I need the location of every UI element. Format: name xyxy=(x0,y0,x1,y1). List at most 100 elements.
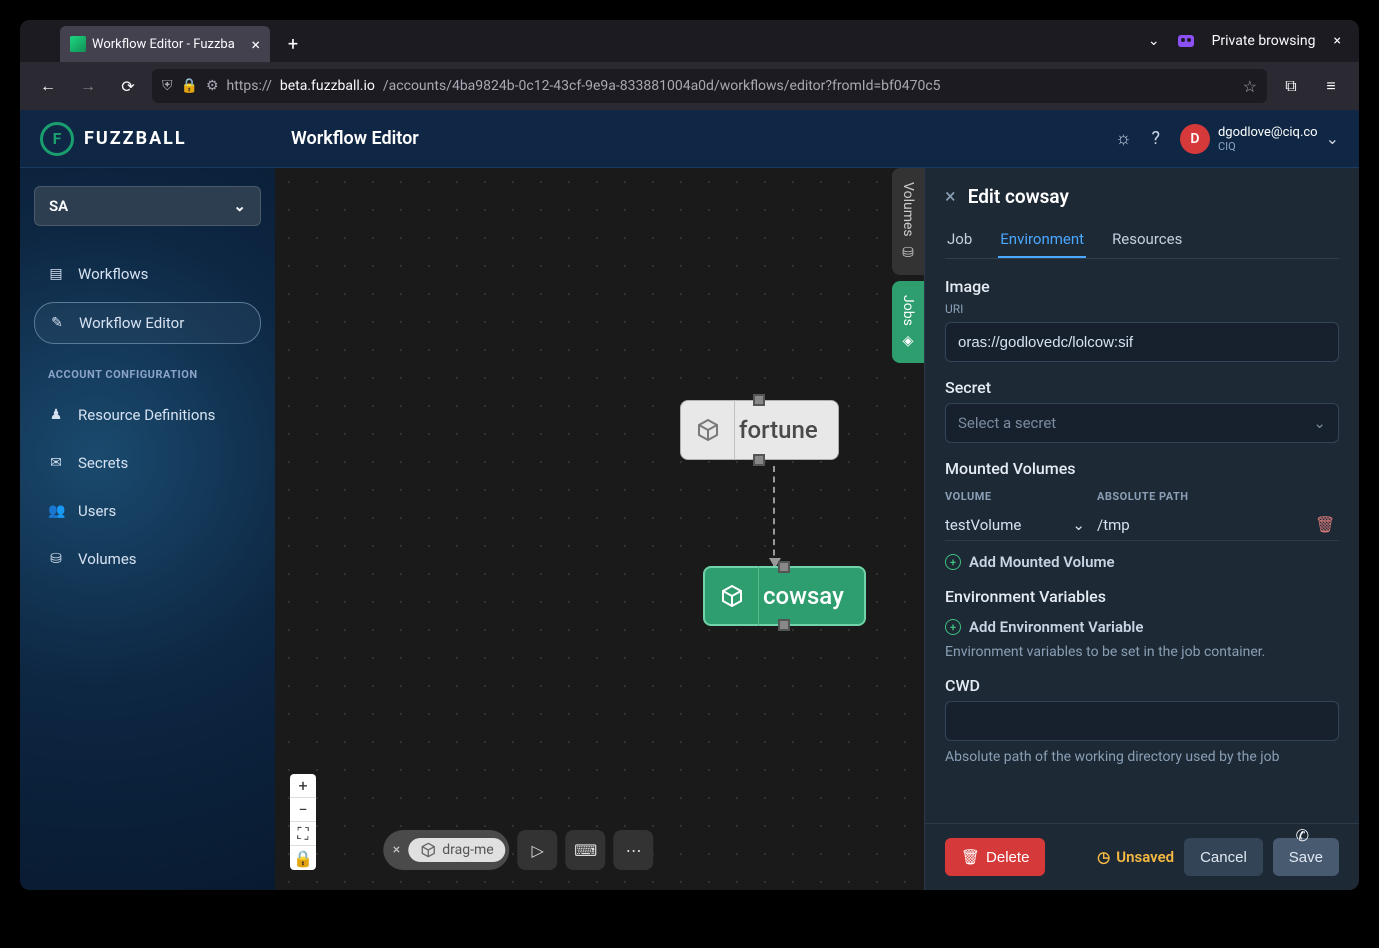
bookmark-icon[interactable]: ☆ xyxy=(1243,77,1257,96)
lock-icon: 🔒 xyxy=(181,78,198,94)
node-port-top[interactable] xyxy=(778,561,790,573)
plus-icon: + xyxy=(945,619,961,635)
workflow-canvas[interactable]: fortune cowsay + − ⛶ 🔒 xyxy=(275,168,924,890)
sidebar-item-workflows[interactable]: ▤ Workflows xyxy=(34,254,261,294)
add-env-var-button[interactable]: + Add Environment Variable xyxy=(945,618,1339,636)
url-host: beta.fuzzball.io xyxy=(280,78,375,94)
sidebar-item-label: Volumes xyxy=(78,550,137,568)
tab-job[interactable]: Job xyxy=(945,222,974,258)
sidebar: SA ⌄ ▤ Workflows ✎ Workflow Editor ACCOU… xyxy=(20,168,275,890)
browser-tab[interactable]: Workflow Editor - Fuzzba × xyxy=(60,26,270,62)
secret-label: Secret xyxy=(945,378,1339,397)
edge[interactable] xyxy=(773,466,775,566)
sidebar-item-workflow-editor[interactable]: ✎ Workflow Editor xyxy=(34,302,261,344)
back-button[interactable]: ← xyxy=(32,70,64,102)
user-menu[interactable]: D dgodlove@ciq.co CIQ ⌄ xyxy=(1180,124,1339,154)
close-window-icon[interactable]: × xyxy=(1334,33,1341,49)
add-mounted-volume-button[interactable]: + Add Mounted Volume xyxy=(945,553,1339,571)
node-cowsay[interactable]: cowsay xyxy=(703,566,866,626)
chevron-down-icon: ⌄ xyxy=(233,197,246,215)
zoom-controls: + − ⛶ 🔒 xyxy=(290,774,316,870)
save-button[interactable]: Save xyxy=(1273,838,1339,876)
close-panel-icon[interactable]: × xyxy=(945,184,956,208)
sidebar-item-resource-definitions[interactable]: ♟ Resource Definitions xyxy=(34,395,261,435)
context-value: SA xyxy=(49,197,68,215)
cwd-label: CWD xyxy=(945,676,1339,695)
node-fortune[interactable]: fortune xyxy=(680,400,839,460)
workflows-icon: ▤ xyxy=(48,266,64,282)
zoom-out-button[interactable]: − xyxy=(290,798,316,822)
sidebar-item-label: Secrets xyxy=(78,454,128,472)
sidebar-item-volumes[interactable]: ⛁ Volumes xyxy=(34,539,261,579)
clear-drag-icon[interactable]: × xyxy=(393,842,400,858)
tab-bar: Workflow Editor - Fuzzba × + ⌄ Private b… xyxy=(20,20,1359,62)
more-button[interactable]: ⋯ xyxy=(614,830,654,870)
edit-panel: × Edit cowsay Job Environment Resources … xyxy=(924,168,1359,890)
url-input[interactable]: ⛨ 🔒 ⚙ https://beta.fuzzball.io/accounts/… xyxy=(152,69,1267,103)
extensions-icon[interactable]: ⧉ xyxy=(1275,70,1307,102)
node-port-bottom[interactable] xyxy=(778,619,790,631)
keyboard-button[interactable]: ⌨ xyxy=(566,830,606,870)
drag-chip[interactable]: drag-me xyxy=(408,838,505,862)
mounted-volumes-label: Mounted Volumes xyxy=(945,459,1339,478)
forward-button[interactable]: → xyxy=(72,70,104,102)
close-tab-icon[interactable]: × xyxy=(251,35,260,54)
url-path: /accounts/4ba9824b-0c12-43cf-9e9a-833881… xyxy=(383,78,941,94)
menu-icon[interactable]: ≡ xyxy=(1315,70,1347,102)
permissions-icon: ⚙ xyxy=(206,78,219,94)
cube-icon: ◈ xyxy=(900,333,916,349)
sidebar-item-secrets[interactable]: ✉ Secrets xyxy=(34,443,261,483)
lock-button[interactable]: 🔒 xyxy=(290,846,316,870)
side-tab-jobs[interactable]: Jobs ◈ xyxy=(892,281,924,364)
cancel-button[interactable]: Cancel xyxy=(1184,838,1263,876)
run-button[interactable]: ▷ xyxy=(518,830,558,870)
sidebar-section-label: ACCOUNT CONFIGURATION xyxy=(34,352,261,387)
brand-text: FUZZBALL xyxy=(84,128,187,149)
favicon xyxy=(70,36,86,52)
sidebar-item-users[interactable]: 👥 Users xyxy=(34,491,261,531)
page-title: Workflow Editor xyxy=(291,128,419,149)
unsaved-indicator: ◷ Unsaved xyxy=(1097,848,1174,866)
uri-input[interactable] xyxy=(945,322,1339,362)
tab-title: Workflow Editor - Fuzzba xyxy=(92,37,235,52)
zoom-in-button[interactable]: + xyxy=(290,774,316,798)
secret-placeholder: Select a secret xyxy=(958,414,1056,432)
theme-toggle-icon[interactable]: ☼ xyxy=(1115,128,1132,149)
brand[interactable]: F FUZZBALL xyxy=(40,122,275,156)
drag-label: drag-me xyxy=(442,842,493,858)
help-icon[interactable]: ? xyxy=(1151,128,1160,149)
fit-view-button[interactable]: ⛶ xyxy=(290,822,316,846)
node-port-top[interactable] xyxy=(753,394,765,406)
volume-select[interactable]: testVolume ⌄ xyxy=(945,516,1085,534)
cwd-input[interactable] xyxy=(945,701,1339,741)
cube-icon xyxy=(681,400,735,460)
volumes-icon: ⛁ xyxy=(48,551,64,567)
col-volume: VOLUME xyxy=(945,490,1085,503)
new-tab-button[interactable]: + xyxy=(278,29,308,59)
address-bar: ← → ⟳ ⛨ 🔒 ⚙ https://beta.fuzzball.io/acc… xyxy=(20,62,1359,110)
tabs-dropdown-icon[interactable]: ⌄ xyxy=(1148,33,1160,49)
panel-title: Edit cowsay xyxy=(968,185,1069,208)
node-port-bottom[interactable] xyxy=(753,454,765,466)
drag-node-pill: × drag-me xyxy=(383,830,510,870)
delete-volume-icon[interactable]: 🗑 xyxy=(1315,515,1339,534)
delete-button[interactable]: 🗑 Delete xyxy=(945,838,1045,876)
app-root: F FUZZBALL Workflow Editor ☼ ? D dgodlov… xyxy=(20,110,1359,890)
volume-path[interactable]: /tmp xyxy=(1097,516,1303,534)
reload-button[interactable]: ⟳ xyxy=(112,70,144,102)
url-prefix: https:// xyxy=(227,78,272,94)
node-label: fortune xyxy=(735,416,818,444)
private-mask-icon xyxy=(1178,35,1194,47)
secret-select[interactable]: Select a secret ⌄ xyxy=(945,403,1339,443)
tab-environment[interactable]: Environment xyxy=(998,222,1086,258)
cwd-help: Absolute path of the working directory u… xyxy=(945,749,1339,765)
canvas-toolbar: × drag-me ▷ ⌨ ⋯ xyxy=(383,830,654,870)
side-tab-volumes[interactable]: Volumes ⛁ xyxy=(892,168,924,275)
context-selector[interactable]: SA ⌄ xyxy=(34,186,261,226)
env-help: Environment variables to be set in the j… xyxy=(945,644,1339,660)
tab-resources[interactable]: Resources xyxy=(1110,222,1184,258)
app-header: F FUZZBALL Workflow Editor ☼ ? D dgodlov… xyxy=(20,110,1359,168)
avatar: D xyxy=(1180,124,1210,154)
secrets-icon: ✉ xyxy=(48,455,64,471)
resources-icon: ♟ xyxy=(48,407,64,423)
